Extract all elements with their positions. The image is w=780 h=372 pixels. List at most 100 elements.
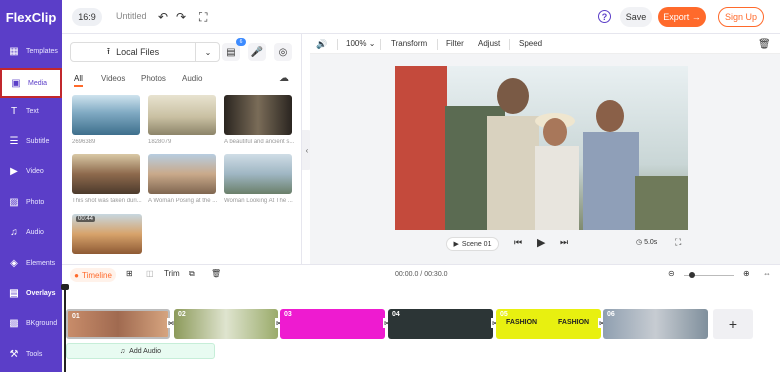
timeline-toggle[interactable]: ● Timeline [70, 268, 116, 282]
tab-audio[interactable]: Audio [182, 74, 202, 83]
clip-number: 03 [284, 311, 292, 318]
zoom-slider-handle[interactable] [689, 272, 695, 278]
chevron-down-icon[interactable]: ⌄ [195, 42, 220, 62]
divider [380, 39, 381, 50]
sidebar-item-audio[interactable]: ♫ Audio [0, 217, 62, 247]
zoom-select[interactable]: 100% ⌄ [346, 39, 375, 48]
screen-record-icon[interactable]: ◎ [274, 43, 292, 61]
tab-photos[interactable]: Photos [141, 74, 166, 83]
scene-duration[interactable]: ◷ 5.0s [636, 238, 657, 246]
zoom-in-icon[interactable]: ⊕ [743, 269, 750, 278]
media-thumbnail[interactable]: 00:44 [72, 214, 142, 254]
add-audio-label: Add Audio [129, 347, 162, 355]
chat-icon[interactable]: ▤ [222, 43, 240, 61]
media-thumbnail[interactable] [72, 95, 140, 135]
media-thumbnail[interactable] [224, 154, 292, 194]
timeline-clip[interactable]: 03 [280, 309, 385, 339]
previous-icon[interactable]: ⏮ [514, 237, 522, 248]
media-thumbnail[interactable] [224, 95, 292, 135]
trim-button[interactable]: Trim [164, 269, 180, 278]
zoom-out-icon[interactable]: ⊝ [668, 269, 675, 278]
scene-selector[interactable]: ▶ Scene 01 [446, 237, 499, 251]
transform-button[interactable]: Transform [391, 39, 427, 48]
thumbnail-caption: 1828079 [148, 139, 172, 145]
clock-icon: ◷ [636, 239, 645, 246]
tools-icon: ⚒ [9, 348, 19, 360]
timeline-ruler[interactable] [62, 284, 780, 306]
add-audio-button[interactable]: ♫ Add Audio [66, 343, 215, 359]
sidebar-item-video[interactable]: ▶ Video [0, 156, 62, 186]
fullscreen-icon[interactable]: ⛶ [199, 9, 207, 25]
templates-icon: ▦ [9, 45, 19, 57]
sidebar-item-label: Subtitle [26, 137, 50, 145]
overlays-icon: ▤ [9, 287, 19, 299]
timeline-clip[interactable]: 05 FASHION FASHION [496, 309, 601, 339]
local-files-label: Local Files [116, 47, 160, 57]
media-thumbnail[interactable] [148, 95, 216, 135]
sidebar-item-background[interactable]: ▩ BKground [0, 308, 62, 338]
media-tabs: All Videos Photos Audio [72, 74, 292, 90]
tab-videos[interactable]: Videos [101, 74, 125, 83]
sidebar-item-text[interactable]: T Text [0, 96, 62, 126]
video-preview[interactable] [395, 66, 688, 230]
fit-timeline-icon[interactable]: ⇔ [763, 269, 771, 278]
scene-label: Scene 01 [461, 240, 492, 248]
logo[interactable]: FlexClip [0, 0, 62, 34]
media-thumbnail[interactable] [148, 154, 216, 194]
sidebar-item-label: Video [26, 167, 44, 175]
duplicate-icon[interactable]: ⧉ [189, 269, 195, 279]
delete-icon[interactable]: 🗑 [211, 269, 221, 278]
clip-title: FASHION [558, 319, 590, 326]
trash-icon[interactable]: 🗑 [758, 39, 771, 50]
cloud-off-icon[interactable]: ☁ [279, 73, 289, 84]
volume-icon[interactable]: 🔊 [316, 39, 327, 50]
timeline-clip[interactable]: 01 [66, 309, 170, 339]
filter-button[interactable]: Filter [446, 39, 464, 48]
sidebar-item-tools[interactable]: ⚒ Tools [0, 339, 62, 369]
adjust-button[interactable]: Adjust [478, 39, 500, 48]
split-icon[interactable]: ◫ [146, 269, 154, 278]
elements-icon: ◈ [10, 257, 18, 269]
music-note-icon: ♫ [119, 347, 126, 355]
speed-button[interactable]: Speed [519, 39, 542, 48]
fullscreen-preview-icon[interactable]: ⛶ [675, 237, 681, 248]
export-button[interactable]: Export → [658, 7, 706, 27]
help-icon[interactable]: ? [598, 10, 611, 23]
sidebar-item-label: Text [26, 107, 39, 115]
divider [337, 39, 338, 50]
undo-icon[interactable]: ↶ [158, 9, 168, 25]
timeline-icon: ● [74, 270, 79, 280]
project-title[interactable]: Untitled [116, 11, 147, 21]
subtitle-icon: ☰ [9, 135, 19, 147]
timeline-clip[interactable]: 04 [388, 309, 493, 339]
next-icon[interactable]: ⏭ [560, 237, 568, 248]
sidebar-item-photo[interactable]: ▨ Photo [0, 187, 62, 217]
clip-title: FASHION [506, 319, 538, 326]
video-icon: ▶ [10, 165, 18, 177]
thumbnail-caption: A beautiful and ancient s... [224, 139, 295, 145]
redo-icon[interactable]: ↷ [176, 9, 186, 25]
sidebar-item-media[interactable]: ▣ Media [0, 68, 62, 98]
sidebar-item-label: BKground [26, 319, 58, 327]
sidebar-item-label: Audio [26, 228, 44, 236]
zoom-value: 100% [346, 39, 367, 48]
sidebar-item-subtitle[interactable]: ☰ Subtitle [0, 126, 62, 156]
timeline-time: 00:00.0 / 00:30.0 [395, 271, 448, 278]
sidebar-item-label: Photo [26, 198, 45, 206]
timeline-clip[interactable]: 02 [174, 309, 278, 339]
tab-all[interactable]: All [74, 74, 83, 87]
save-button[interactable]: Save [620, 7, 652, 27]
add-scene-button[interactable]: + [713, 309, 753, 339]
sidebar-item-templates[interactable]: ▦ Templates [0, 36, 62, 66]
sidebar-item-label: Tools [26, 350, 43, 358]
timeline-clip[interactable]: 06 [603, 309, 708, 339]
microphone-icon[interactable]: 🎤 [248, 43, 266, 61]
play-button-icon[interactable]: ▶ [537, 236, 545, 249]
aspect-ratio-button[interactable]: 16:9 [72, 8, 102, 26]
sidebar: ▦ Templates ▣ Media T Text ☰ Subtitle ▶ Video… [0, 34, 62, 372]
signup-button[interactable]: Sign Up [718, 7, 764, 27]
sidebar-item-overlays[interactable]: ▤ Overlays [0, 278, 62, 308]
add-scene-icon[interactable]: ⊞ [126, 269, 133, 278]
media-thumbnail[interactable] [72, 154, 140, 194]
sidebar-item-elements[interactable]: ◈ Elements [0, 248, 62, 278]
